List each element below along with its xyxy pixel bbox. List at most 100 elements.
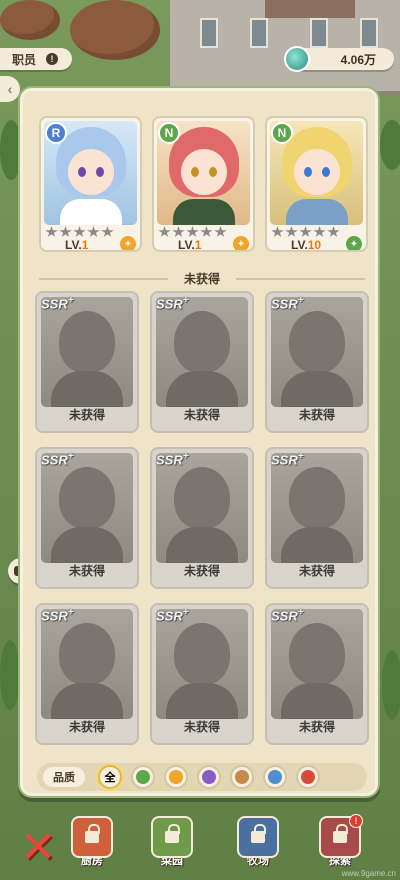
ssr-tier-badge: SSR+ <box>41 607 74 624</box>
gem-filter-icon <box>202 770 216 784</box>
locked-staff-card[interactable]: SSR+ 未获得 <box>150 447 254 589</box>
star-icon <box>172 226 185 237</box>
rarity-badge: N <box>158 122 180 144</box>
locked-silhouette <box>156 297 248 407</box>
locked-silhouette <box>41 609 133 719</box>
star-rating <box>45 226 114 238</box>
star-icon <box>271 226 284 237</box>
leaf-filter-icon <box>136 770 150 784</box>
locked-staff-card[interactable]: SSR+ 未获得 <box>150 291 254 433</box>
book-filter-button[interactable] <box>263 765 287 789</box>
flower-filter-icon <box>169 770 183 784</box>
nav-item[interactable]: 厨房 <box>64 816 120 876</box>
rarity-badge: N <box>271 122 293 144</box>
star-rating <box>158 226 227 238</box>
not-obtained-label: 未获得 <box>183 408 220 422</box>
lock-icon <box>333 824 348 843</box>
star-icon <box>327 226 340 237</box>
nav-item[interactable]: ! 探索 <box>312 814 368 876</box>
not-obtained-label: 未获得 <box>68 720 105 734</box>
not-obtained-label: 未获得 <box>68 408 105 422</box>
nav-locked-icon <box>71 816 113 858</box>
ssr-tier-badge: SSR+ <box>156 451 189 468</box>
staff-level: LV.10 <box>291 238 322 252</box>
star-icon <box>200 226 213 237</box>
not-obtained-label: 未获得 <box>183 564 220 578</box>
gem-filter-button[interactable] <box>197 765 221 789</box>
job-title-label: 职员 <box>12 52 37 67</box>
not-obtained-label: 未获得 <box>298 720 335 734</box>
not-obtained-label: 未获得 <box>298 408 335 422</box>
food-icon: ✦ <box>120 236 136 250</box>
watermark: www.9game.cn <box>341 869 396 878</box>
locked-staff-card[interactable]: SSR+ 未获得 <box>265 291 369 433</box>
heart-filter-icon <box>301 770 315 784</box>
locked-silhouette <box>271 297 363 407</box>
star-icon <box>214 226 227 237</box>
star-icon <box>299 226 312 237</box>
section-title: 未获得 <box>167 269 236 287</box>
star-icon <box>186 226 199 237</box>
star-icon <box>45 226 58 237</box>
not-obtained-label: 未获得 <box>298 564 335 578</box>
ssr-tier-badge: SSR+ <box>156 295 189 312</box>
nav-locked-icon: ! <box>319 814 363 858</box>
currency-display[interactable]: 4.06万 <box>284 46 394 72</box>
locked-staff-card[interactable]: SSR+ 未获得 <box>265 447 369 589</box>
locked-staff-card[interactable]: SSR+ 未获得 <box>265 603 369 745</box>
hammer-icon: ✦ <box>233 236 249 250</box>
locked-silhouette <box>41 297 133 407</box>
ssr-tier-badge: SSR+ <box>41 295 74 312</box>
not-obtained-label: 未获得 <box>68 564 105 578</box>
locked-staff-card[interactable]: SSR+ 未获得 <box>35 447 139 589</box>
alert-icon: ! <box>46 53 59 65</box>
locked-staff-card[interactable]: SSR+ 未获得 <box>35 603 139 745</box>
star-icon <box>59 226 72 237</box>
star-icon <box>101 226 114 237</box>
not-obtained-label: 未获得 <box>183 720 220 734</box>
quality-filter-label: 品质 <box>43 767 85 787</box>
heart-filter-button[interactable] <box>296 765 320 789</box>
rarity-badge: R <box>45 122 67 144</box>
gem-currency-icon <box>284 46 310 72</box>
locked-staff-grid: SSR+ 未获得 SSR+ 未获得 SSR+ 未获得 SSR+ 未获得 SSR+… <box>35 291 369 745</box>
nav-item[interactable]: 菜园 <box>144 816 200 876</box>
hammer-filter-button[interactable] <box>230 765 254 789</box>
locked-silhouette <box>271 453 363 563</box>
ssr-tier-badge: SSR+ <box>41 451 74 468</box>
flower-filter-button[interactable] <box>164 765 188 789</box>
book-filter-icon <box>268 770 282 784</box>
leaf-icon: ✦ <box>346 236 362 250</box>
star-icon <box>313 226 326 237</box>
leaf-filter-button[interactable] <box>131 765 155 789</box>
currency-amount: 4.06万 <box>340 52 376 67</box>
close-button[interactable]: ✕ <box>14 823 62 872</box>
staff-level: LV.1 <box>65 238 89 252</box>
star-rating <box>271 226 340 238</box>
owned-staff-card[interactable]: N LV.10 ✦ <box>265 116 368 252</box>
bottom-nav: ✕ 厨房 菜园 牧场 ! 探索 <box>0 810 400 880</box>
owned-staff-card[interactable]: R LV.1 ✦ <box>39 116 142 252</box>
nav-item[interactable]: 牧场 <box>230 816 286 876</box>
quality-filter-bar: 品质 全 <box>37 763 367 791</box>
ssr-tier-badge: SSR+ <box>271 295 304 312</box>
star-icon <box>87 226 100 237</box>
staff-level: LV.1 <box>178 238 202 252</box>
filter-all-button[interactable]: 全 <box>98 765 122 789</box>
locked-staff-card[interactable]: SSR+ 未获得 <box>35 291 139 433</box>
lock-icon <box>251 824 266 843</box>
locked-staff-card[interactable]: SSR+ 未获得 <box>150 603 254 745</box>
star-icon <box>285 226 298 237</box>
section-divider: 未获得 <box>39 269 365 287</box>
job-title-pill[interactable]: 职员 ! <box>0 48 72 70</box>
owned-staff-card[interactable]: N LV.1 ✦ <box>152 116 255 252</box>
nav-locked-icon <box>237 816 279 858</box>
nav-locked-icon <box>151 816 193 858</box>
ssr-tier-badge: SSR+ <box>271 607 304 624</box>
hammer-filter-icon <box>235 770 249 784</box>
ssr-tier-badge: SSR+ <box>271 451 304 468</box>
star-icon <box>73 226 86 237</box>
locked-silhouette <box>156 609 248 719</box>
staff-collection-panel: R LV.1 ✦ N LV.1 ✦ N LV.10 ✦ 未获得 SSR+ 未获得… <box>20 88 378 796</box>
owned-staff-row: R LV.1 ✦ N LV.1 ✦ N LV.10 ✦ <box>39 116 369 252</box>
